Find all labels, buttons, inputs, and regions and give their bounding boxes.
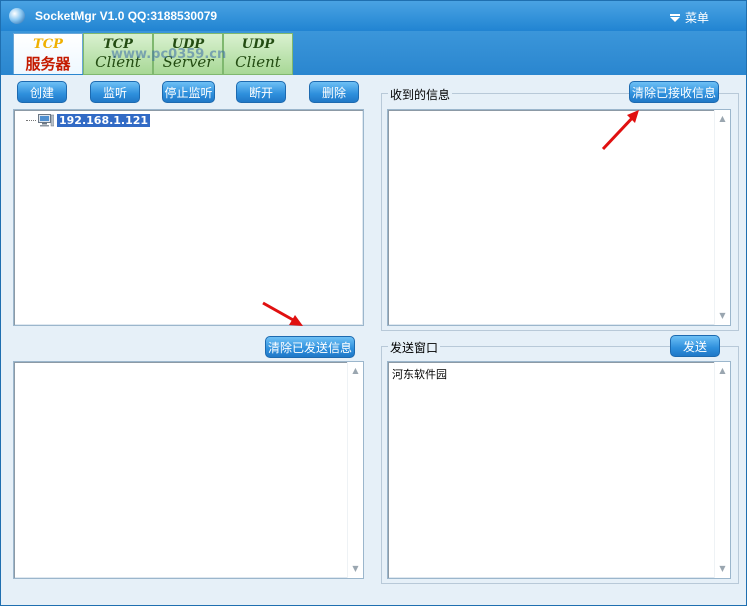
create-button[interactable]: 创建 <box>17 81 67 103</box>
received-messages-area[interactable]: ▲ ▼ <box>387 109 731 326</box>
annotation-arrow-icon <box>262 301 303 326</box>
client-ip-label: 192.168.1.121 <box>57 114 151 127</box>
send-input[interactable]: 河东软件园 ▲ ▼ <box>387 361 731 579</box>
sent-messages-area[interactable]: ▲ ▼ <box>13 361 364 579</box>
scroll-down-icon[interactable]: ▼ <box>348 562 363 576</box>
computer-icon <box>38 114 54 127</box>
listen-button[interactable]: 监听 <box>90 81 140 103</box>
stop-listen-button[interactable]: 停止监听 <box>162 81 215 103</box>
scrollbar[interactable]: ▲ ▼ <box>347 362 363 578</box>
tab-tcp-server-label: 服务器 <box>25 55 71 73</box>
send-button[interactable]: 发送 <box>670 335 720 357</box>
window-title: SocketMgr V1.0 QQ:3188530079 <box>35 9 218 23</box>
client-list[interactable]: 192.168.1.121 <box>13 109 364 326</box>
disconnect-button[interactable]: 断开 <box>236 81 286 103</box>
scroll-up-icon[interactable]: ▲ <box>715 112 730 126</box>
clear-received-button[interactable]: 清除已接收信息 <box>629 81 719 103</box>
scroll-up-icon[interactable]: ▲ <box>348 364 363 378</box>
annotation-arrow-icon <box>601 110 639 151</box>
send-input-text: 河东软件园 <box>392 368 447 381</box>
delete-button[interactable]: 删除 <box>309 81 359 103</box>
scrollbar[interactable]: ▲ ▼ <box>714 362 730 578</box>
scrollbar[interactable]: ▲ ▼ <box>714 110 730 325</box>
scroll-up-icon[interactable]: ▲ <box>715 364 730 378</box>
tab-tcp-server-protocol: TCP <box>33 37 63 52</box>
tab-udp-client-protocol: UDP <box>241 37 275 52</box>
watermark: www.pc0359.cn <box>111 47 227 62</box>
menu-label: 菜单 <box>685 11 710 25</box>
title-bar: SocketMgr V1.0 QQ:3188530079 菜单 <box>1 1 746 31</box>
menu-button[interactable]: 菜单 <box>669 9 709 26</box>
tab-tcp-server[interactable]: TCP 服务器 <box>13 33 83 74</box>
list-item[interactable]: 192.168.1.121 <box>26 114 151 127</box>
tab-udp-client[interactable]: UDP Client <box>223 33 293 75</box>
chevron-down-icon <box>670 13 680 22</box>
tree-connector <box>26 120 36 121</box>
tab-udp-client-label: Client <box>235 53 281 71</box>
received-group-label: 收到的信息 <box>388 86 453 103</box>
scroll-down-icon[interactable]: ▼ <box>715 562 730 576</box>
app-logo-icon <box>9 8 25 24</box>
scroll-down-icon[interactable]: ▼ <box>715 309 730 323</box>
send-window-label: 发送窗口 <box>388 339 441 356</box>
app-window: SocketMgr V1.0 QQ:3188530079 菜单 TCP 服务器 … <box>0 0 747 606</box>
clear-sent-button[interactable]: 清除已发送信息 <box>265 336 355 358</box>
